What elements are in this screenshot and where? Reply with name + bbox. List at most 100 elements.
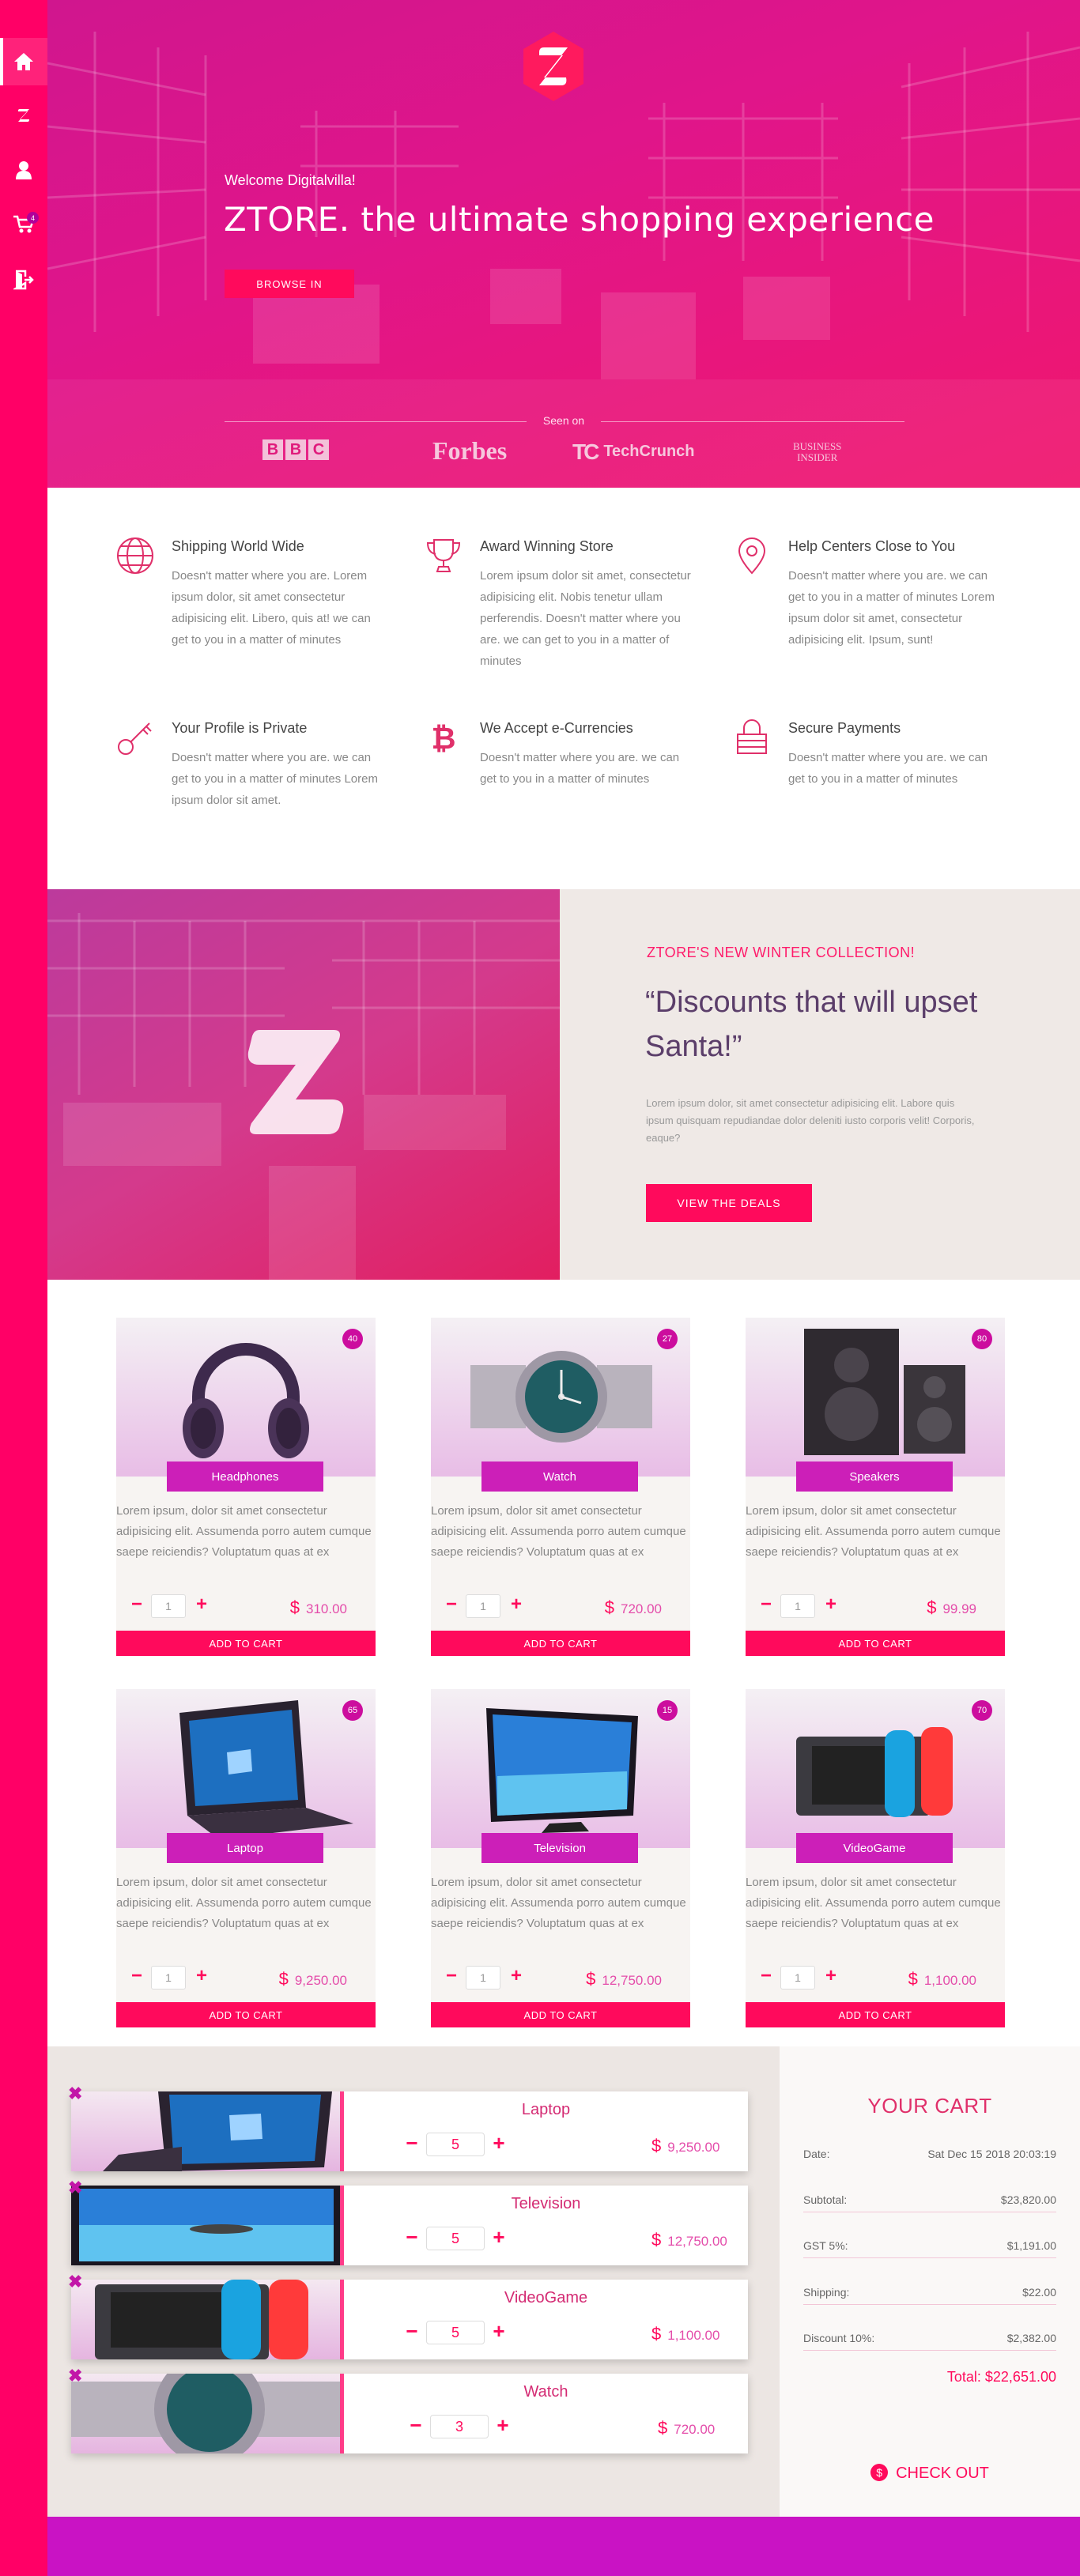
quantity-input[interactable]: 5 <box>426 2321 485 2344</box>
remove-item-button[interactable]: ✖ <box>68 2366 82 2386</box>
decrease-quantity-button[interactable]: − <box>127 1967 146 1986</box>
product-badge: 80 <box>972 1329 992 1349</box>
padlock-icon <box>737 719 767 754</box>
quantity-input[interactable]: 1 <box>780 1594 815 1618</box>
sidebar-item-cart[interactable]: 4 <box>0 201 47 248</box>
cart-item-name: VideoGame <box>504 2289 588 2306</box>
add-to-cart-button[interactable]: ADD TO CART <box>746 2002 1005 2027</box>
currency-symbol: $ <box>586 1969 596 1989</box>
cart-item-price: $1,100.00 <box>651 2324 719 2344</box>
quantity-input[interactable]: 1 <box>466 1966 500 1990</box>
quantity-input[interactable]: 1 <box>780 1966 815 1990</box>
increase-quantity-button[interactable]: + <box>192 1595 211 1615</box>
increase-quantity-button[interactable]: + <box>488 2133 510 2155</box>
decrease-quantity-button[interactable]: − <box>401 2133 423 2155</box>
product-quantity-row: − 1 + $1,100.00 <box>746 1966 1005 1990</box>
increase-quantity-button[interactable]: + <box>492 2415 514 2437</box>
sidebar-item-home[interactable] <box>0 38 47 85</box>
seen-on-label: Seen on <box>542 414 585 427</box>
add-to-cart-button[interactable]: ADD TO CART <box>116 1631 376 1656</box>
techcrunch-logo: TC TechCrunch <box>572 439 695 464</box>
currency-symbol: $ <box>604 1597 614 1617</box>
remove-item-button[interactable]: ✖ <box>68 2272 82 2292</box>
price-value: 9,250.00 <box>667 2140 720 2155</box>
speakers-image <box>804 1329 965 1455</box>
product-description: Lorem ipsum, dolor sit amet consectetur … <box>116 1876 372 1930</box>
add-to-cart-button[interactable]: ADD TO CART <box>431 1631 690 1656</box>
sidebar-item-logout[interactable] <box>0 256 47 304</box>
product-card-laptop: 65 Laptop Lorem ipsum, dolor sit amet co… <box>116 1689 376 2027</box>
price-value: 1,100.00 <box>923 1973 976 1988</box>
cart-item-image <box>71 2374 344 2453</box>
summary-value: $2,382.00 <box>1006 2332 1056 2344</box>
quantity-input[interactable]: 5 <box>426 2227 485 2250</box>
features-section: Shipping World Wide Doesn't matter where… <box>47 488 1080 889</box>
quantity-input[interactable]: 5 <box>426 2133 485 2156</box>
decrease-quantity-button[interactable]: − <box>757 1595 776 1615</box>
checkout-button[interactable]: $ CHECK OUT <box>780 2464 1080 2483</box>
currency-symbol: $ <box>651 2230 662 2250</box>
product-badge: 27 <box>657 1329 678 1349</box>
cart-item-image <box>71 2186 344 2265</box>
feature-title: Secure Payments <box>788 720 901 736</box>
business-insider-line2: INSIDER <box>797 451 838 463</box>
product-name: Headphones <box>167 1461 323 1492</box>
increase-quantity-button[interactable]: + <box>821 1967 840 1986</box>
browse-in-button[interactable]: BROWSE IN <box>225 270 354 298</box>
product-name: Laptop <box>167 1833 323 1863</box>
decrease-quantity-button[interactable]: − <box>401 2227 423 2249</box>
location-pin-icon <box>738 537 766 575</box>
product-price: $99.99 <box>927 1597 976 1618</box>
product-price: $9,250.00 <box>279 1969 347 1990</box>
quantity-input[interactable]: 1 <box>466 1594 500 1618</box>
checkout-label: CHECK OUT <box>896 2465 989 2482</box>
decrease-quantity-button[interactable]: − <box>401 2321 423 2343</box>
remove-item-button[interactable]: ✖ <box>68 2084 82 2104</box>
cart-summary: YOUR CART Date: Sat Dec 15 2018 20:03:19… <box>780 2046 1080 2517</box>
cart-item-price: $720.00 <box>658 2418 715 2438</box>
sidebar-item-profile[interactable] <box>0 146 47 194</box>
feature-title: Shipping World Wide <box>172 538 304 554</box>
headphones-image <box>183 1343 309 1458</box>
summary-value: $1,191.00 <box>1006 2239 1056 2252</box>
increase-quantity-button[interactable]: + <box>488 2321 510 2343</box>
cart-total: Total: $22,651.00 <box>946 2369 1056 2385</box>
game-console-thumbnail <box>95 2280 308 2359</box>
increase-quantity-button[interactable]: + <box>507 1595 526 1615</box>
remove-item-button[interactable]: ✖ <box>68 2178 82 2198</box>
techcrunch-text: TechCrunch <box>603 443 695 460</box>
quantity-input[interactable]: 1 <box>151 1966 186 1990</box>
currency-symbol: $ <box>651 2136 662 2155</box>
product-price: $1,100.00 <box>908 1969 976 1990</box>
increase-quantity-button[interactable]: + <box>192 1967 211 1986</box>
decrease-quantity-button[interactable]: − <box>757 1967 776 1986</box>
products-section: 40 Headphones Lorem ipsum, dolor sit ame… <box>47 1280 1080 2046</box>
decrease-quantity-button[interactable]: − <box>127 1595 146 1615</box>
summary-label: GST 5%: <box>803 2239 848 2252</box>
increase-quantity-button[interactable]: + <box>507 1967 526 1986</box>
add-to-cart-button[interactable]: ADD TO CART <box>116 2002 376 2027</box>
increase-quantity-button[interactable]: + <box>488 2227 510 2249</box>
add-to-cart-button[interactable]: ADD TO CART <box>746 1631 1005 1656</box>
cart-title: YOUR CART <box>867 2094 992 2118</box>
quantity-input[interactable]: 3 <box>430 2415 489 2438</box>
product-name: Television <box>481 1833 638 1863</box>
sidebar-item-brand[interactable] <box>0 92 47 139</box>
trophy-icon <box>426 539 461 572</box>
decrease-quantity-button[interactable]: − <box>442 1967 461 1986</box>
laptop-image <box>179 1700 353 1839</box>
quantity-input[interactable]: 1 <box>151 1594 186 1618</box>
product-image: 80 <box>746 1318 1005 1477</box>
main-content: Welcome Digitalvilla! ZTORE. the ultimat… <box>47 0 1080 2576</box>
ztore-logo <box>523 32 583 101</box>
view-deals-button[interactable]: VIEW THE DEALS <box>646 1184 812 1222</box>
decrease-quantity-button[interactable]: − <box>442 1595 461 1615</box>
increase-quantity-button[interactable]: + <box>821 1595 840 1615</box>
decrease-quantity-button[interactable]: − <box>405 2415 427 2437</box>
product-description: Lorem ipsum, dolor sit amet consectetur … <box>746 1876 1001 1930</box>
product-price: $12,750.00 <box>586 1969 662 1990</box>
summary-row-discount: Discount 10%: $2,382.00 <box>803 2327 1056 2351</box>
business-insider-line1: BUSINESS <box>793 440 842 452</box>
add-to-cart-button[interactable]: ADD TO CART <box>431 2002 690 2027</box>
currency-symbol: $ <box>927 1597 937 1617</box>
